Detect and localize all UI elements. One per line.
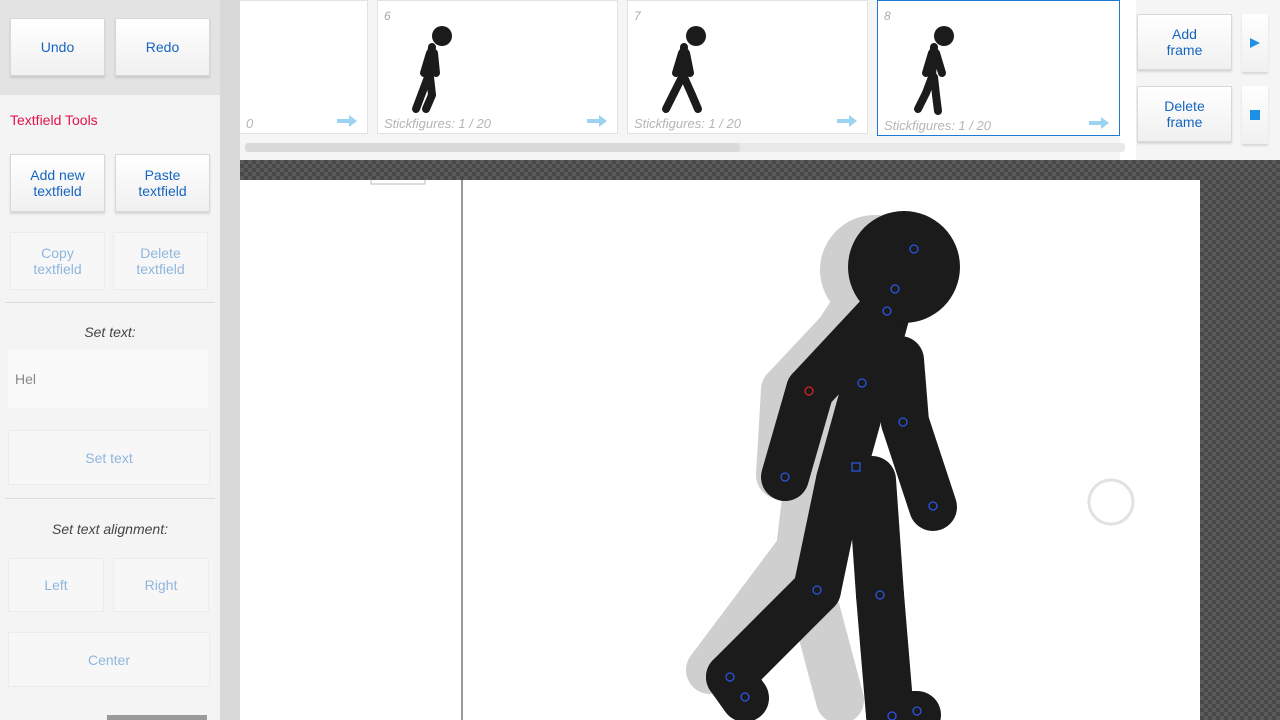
alignment-label: Set text alignment: bbox=[52, 521, 168, 537]
scroll-thumb[interactable] bbox=[245, 143, 740, 152]
frame-timeline: 0 6 Stickfigures: 1 / 20 7 Stickfigures:… bbox=[240, 0, 1280, 160]
delete-frame-label: Delete frame bbox=[1164, 98, 1205, 130]
frame-info: Stickfigures: 1 / 20 bbox=[384, 116, 491, 131]
align-right-button[interactable]: Right bbox=[113, 558, 209, 612]
textfield-outline bbox=[370, 180, 426, 185]
delete-textfield-button[interactable]: Delete textfield bbox=[113, 232, 208, 290]
frame-number: 7 bbox=[634, 9, 641, 23]
text-input[interactable] bbox=[8, 350, 208, 408]
add-textfield-label: Add new textfield bbox=[30, 167, 85, 199]
add-frame-label: Add frame bbox=[1166, 26, 1203, 58]
play-icon bbox=[1250, 38, 1260, 48]
arrow-right-icon[interactable] bbox=[587, 115, 607, 127]
play-button[interactable] bbox=[1242, 14, 1268, 72]
stop-icon bbox=[1250, 110, 1260, 120]
undo-button[interactable]: Undo bbox=[10, 18, 105, 76]
stage-svg bbox=[370, 180, 1135, 720]
set-text-label: Set text: bbox=[84, 324, 136, 340]
stickfigure-thumbnail bbox=[914, 26, 954, 115]
frame-thumbnail-selected[interactable]: 8 Stickfigures: 1 / 20 bbox=[877, 0, 1120, 136]
frame-thumbnail[interactable]: 0 bbox=[240, 0, 368, 134]
frame-number: 6 bbox=[384, 9, 391, 23]
frame-info: 0 bbox=[246, 116, 254, 131]
delete-textfield-label: Delete textfield bbox=[136, 245, 185, 277]
copy-textfield-label: Copy textfield bbox=[33, 245, 82, 277]
panel-gap bbox=[220, 0, 240, 720]
paste-textfield-label: Paste textfield bbox=[138, 167, 187, 199]
redo-button[interactable]: Redo bbox=[115, 18, 210, 76]
animation-canvas[interactable] bbox=[240, 180, 1200, 720]
timeline-scrollbar[interactable] bbox=[245, 143, 1125, 152]
stickfigure-head bbox=[848, 211, 960, 323]
stickfigure-thumbnail bbox=[412, 26, 452, 113]
scroll-indicator bbox=[107, 715, 207, 720]
copy-textfield-button[interactable]: Copy textfield bbox=[10, 232, 105, 290]
cursor-indicator bbox=[1087, 478, 1135, 526]
arrow-right-icon[interactable] bbox=[1089, 117, 1109, 129]
align-left-button[interactable]: Left bbox=[8, 558, 104, 612]
divider bbox=[5, 302, 215, 303]
frame-number: 8 bbox=[884, 9, 891, 23]
frame-info: Stickfigures: 1 / 20 bbox=[634, 116, 741, 131]
section-title: Textfield Tools bbox=[10, 112, 98, 128]
set-text-button[interactable]: Set text bbox=[8, 430, 210, 485]
stickfigure-thumbnail bbox=[662, 26, 706, 113]
divider bbox=[5, 498, 215, 499]
paste-textfield-button[interactable]: Paste textfield bbox=[115, 154, 210, 212]
delete-frame-button[interactable]: Delete frame bbox=[1137, 86, 1232, 142]
stop-button[interactable] bbox=[1242, 86, 1268, 144]
add-textfield-button[interactable]: Add new textfield bbox=[10, 154, 105, 212]
frame-thumbnail[interactable]: 7 Stickfigures: 1 / 20 bbox=[627, 0, 868, 134]
arrow-right-icon[interactable] bbox=[837, 115, 857, 127]
align-center-button[interactable]: Center bbox=[8, 632, 210, 687]
timeline-gap bbox=[1120, 0, 1136, 160]
frame-thumbnail[interactable]: 6 Stickfigures: 1 / 20 bbox=[377, 0, 618, 134]
arrow-right-icon[interactable] bbox=[337, 115, 357, 127]
tool-panel: Undo Redo Textfield Tools Add new textfi… bbox=[0, 0, 220, 720]
frame-info: Stickfigures: 1 / 20 bbox=[884, 118, 991, 133]
add-frame-button[interactable]: Add frame bbox=[1137, 14, 1232, 70]
